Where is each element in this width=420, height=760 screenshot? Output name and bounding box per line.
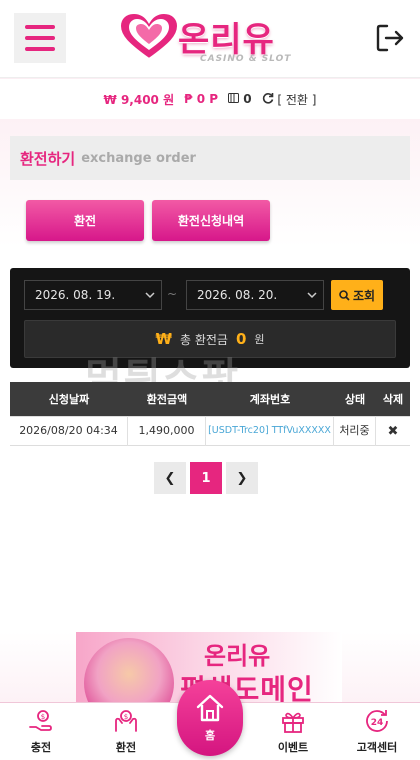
app-header: 온리유 CASINO & SLOT bbox=[0, 0, 420, 78]
menu-line bbox=[25, 25, 55, 29]
search-label: 조회 bbox=[352, 288, 376, 303]
cell-amount: 1,490,000 bbox=[128, 416, 206, 446]
nav-support[interactable]: 24 고객센터 bbox=[342, 707, 412, 760]
page-title: 환전하기 bbox=[20, 149, 76, 168]
total-value: 0 bbox=[235, 330, 247, 348]
nav-home[interactable]: 홈 bbox=[177, 680, 243, 756]
cell-status: 처리중 bbox=[334, 416, 376, 446]
home-icon bbox=[196, 694, 224, 722]
won-icon: ₩ bbox=[103, 92, 117, 107]
col-amount: 환전금액 bbox=[146, 393, 188, 406]
menu-line bbox=[25, 47, 55, 51]
nav-event-label: 이벤트 bbox=[277, 741, 309, 754]
nav-home-label: 홈 bbox=[204, 729, 216, 742]
tab-withdraw-history[interactable]: 환전신청내역 bbox=[152, 200, 270, 241]
nav-event[interactable]: 이벤트 bbox=[258, 707, 328, 760]
total-label: 총 환전금 bbox=[180, 332, 228, 347]
nav-withdraw[interactable]: $ 환전 bbox=[91, 707, 161, 760]
banner-logo: 온리유 bbox=[204, 642, 271, 670]
exchange-label: [ 전환 ] bbox=[277, 92, 317, 107]
heart-logo-icon bbox=[118, 12, 180, 61]
point-value: 0 P bbox=[196, 92, 219, 106]
gift-icon bbox=[282, 712, 304, 733]
svg-text:$: $ bbox=[41, 713, 45, 721]
prev-page-button[interactable]: ❮ bbox=[154, 462, 186, 494]
point-balance: ₱ 0 P bbox=[184, 92, 218, 106]
date-to-value: 2026. 08. 20. bbox=[197, 288, 278, 302]
chevron-down-icon bbox=[307, 292, 317, 299]
character-illustration bbox=[84, 638, 174, 702]
support-24-icon: 24 bbox=[366, 710, 388, 732]
menu-line bbox=[25, 36, 55, 40]
delete-icon[interactable]: ✖ bbox=[376, 424, 410, 439]
page-subtitle: exchange order bbox=[81, 150, 196, 166]
page-title-bar: 환전하기 exchange order bbox=[10, 136, 410, 180]
table-row: 2026/08/20 04:34 1,490,000 [USDT-Trc20] … bbox=[10, 416, 410, 446]
col-delete: 삭제 bbox=[382, 393, 404, 406]
pagination: ❮ 1 ❯ bbox=[154, 462, 258, 494]
won-icon: ₩ bbox=[155, 330, 172, 348]
money-value: 9,400 원 bbox=[120, 92, 175, 107]
svg-text:24: 24 bbox=[371, 718, 384, 728]
page-1-button[interactable]: 1 bbox=[190, 462, 222, 494]
search-button[interactable]: 조회 bbox=[331, 280, 383, 310]
svg-text:$: $ bbox=[124, 713, 128, 721]
withdraw-icon: $ bbox=[115, 710, 137, 732]
refresh-icon bbox=[262, 92, 273, 104]
date-filter-panel: 2026. 08. 19. ~ 2026. 08. 20. 조회 ₩ 총 환전금… bbox=[10, 268, 410, 368]
coupon-value: 0 bbox=[243, 92, 252, 106]
point-icon: ₱ bbox=[184, 92, 193, 106]
date-range-separator: ~ bbox=[167, 287, 178, 301]
money-balance: ₩ 9,400 원 bbox=[104, 91, 175, 108]
search-icon bbox=[339, 289, 350, 301]
col-date: 신청날짜 bbox=[48, 393, 90, 406]
nav-support-label: 고객센터 bbox=[356, 741, 398, 754]
coupon-balance: 0 bbox=[228, 92, 252, 106]
col-account: 계좌번호 bbox=[249, 393, 291, 406]
coupon-icon bbox=[228, 93, 240, 103]
balance-bar: ₩ 9,400 원 ₱ 0 P 0 [ 전환 ] bbox=[0, 79, 420, 119]
deposit-icon: $ bbox=[29, 710, 52, 731]
total-withdraw-summary: ₩ 총 환전금 0 원 bbox=[24, 320, 396, 358]
logout-icon[interactable] bbox=[372, 20, 408, 56]
cell-account: [USDT-Trc20] TTfVuXXXXX bbox=[206, 416, 334, 446]
total-unit: 원 bbox=[254, 333, 265, 346]
nav-withdraw-label: 환전 bbox=[115, 741, 137, 754]
exchange-button[interactable]: [ 전환 ] bbox=[262, 91, 317, 108]
withdraw-history-table: 신청날짜 환전금액 계좌번호 상태 삭제 2026/08/20 04:34 1,… bbox=[10, 382, 410, 446]
nav-deposit[interactable]: $ 충전 bbox=[6, 707, 76, 760]
table-header: 신청날짜 환전금액 계좌번호 상태 삭제 bbox=[10, 382, 410, 416]
nav-deposit-label: 충전 bbox=[30, 741, 52, 754]
cell-date: 2026/08/20 04:34 bbox=[10, 416, 128, 446]
date-from-value: 2026. 08. 19. bbox=[35, 288, 116, 302]
chevron-down-icon bbox=[145, 292, 155, 299]
next-page-button[interactable]: ❯ bbox=[226, 462, 258, 494]
site-logo[interactable]: 온리유 CASINO & SLOT bbox=[118, 10, 303, 68]
col-status: 상태 bbox=[344, 393, 366, 406]
date-to-select[interactable]: 2026. 08. 20. bbox=[186, 280, 324, 310]
hamburger-menu-button[interactable] bbox=[14, 13, 66, 63]
date-from-select[interactable]: 2026. 08. 19. bbox=[24, 280, 162, 310]
logo-subtitle: CASINO & SLOT bbox=[200, 54, 292, 64]
tab-withdraw[interactable]: 환전 bbox=[26, 200, 144, 241]
